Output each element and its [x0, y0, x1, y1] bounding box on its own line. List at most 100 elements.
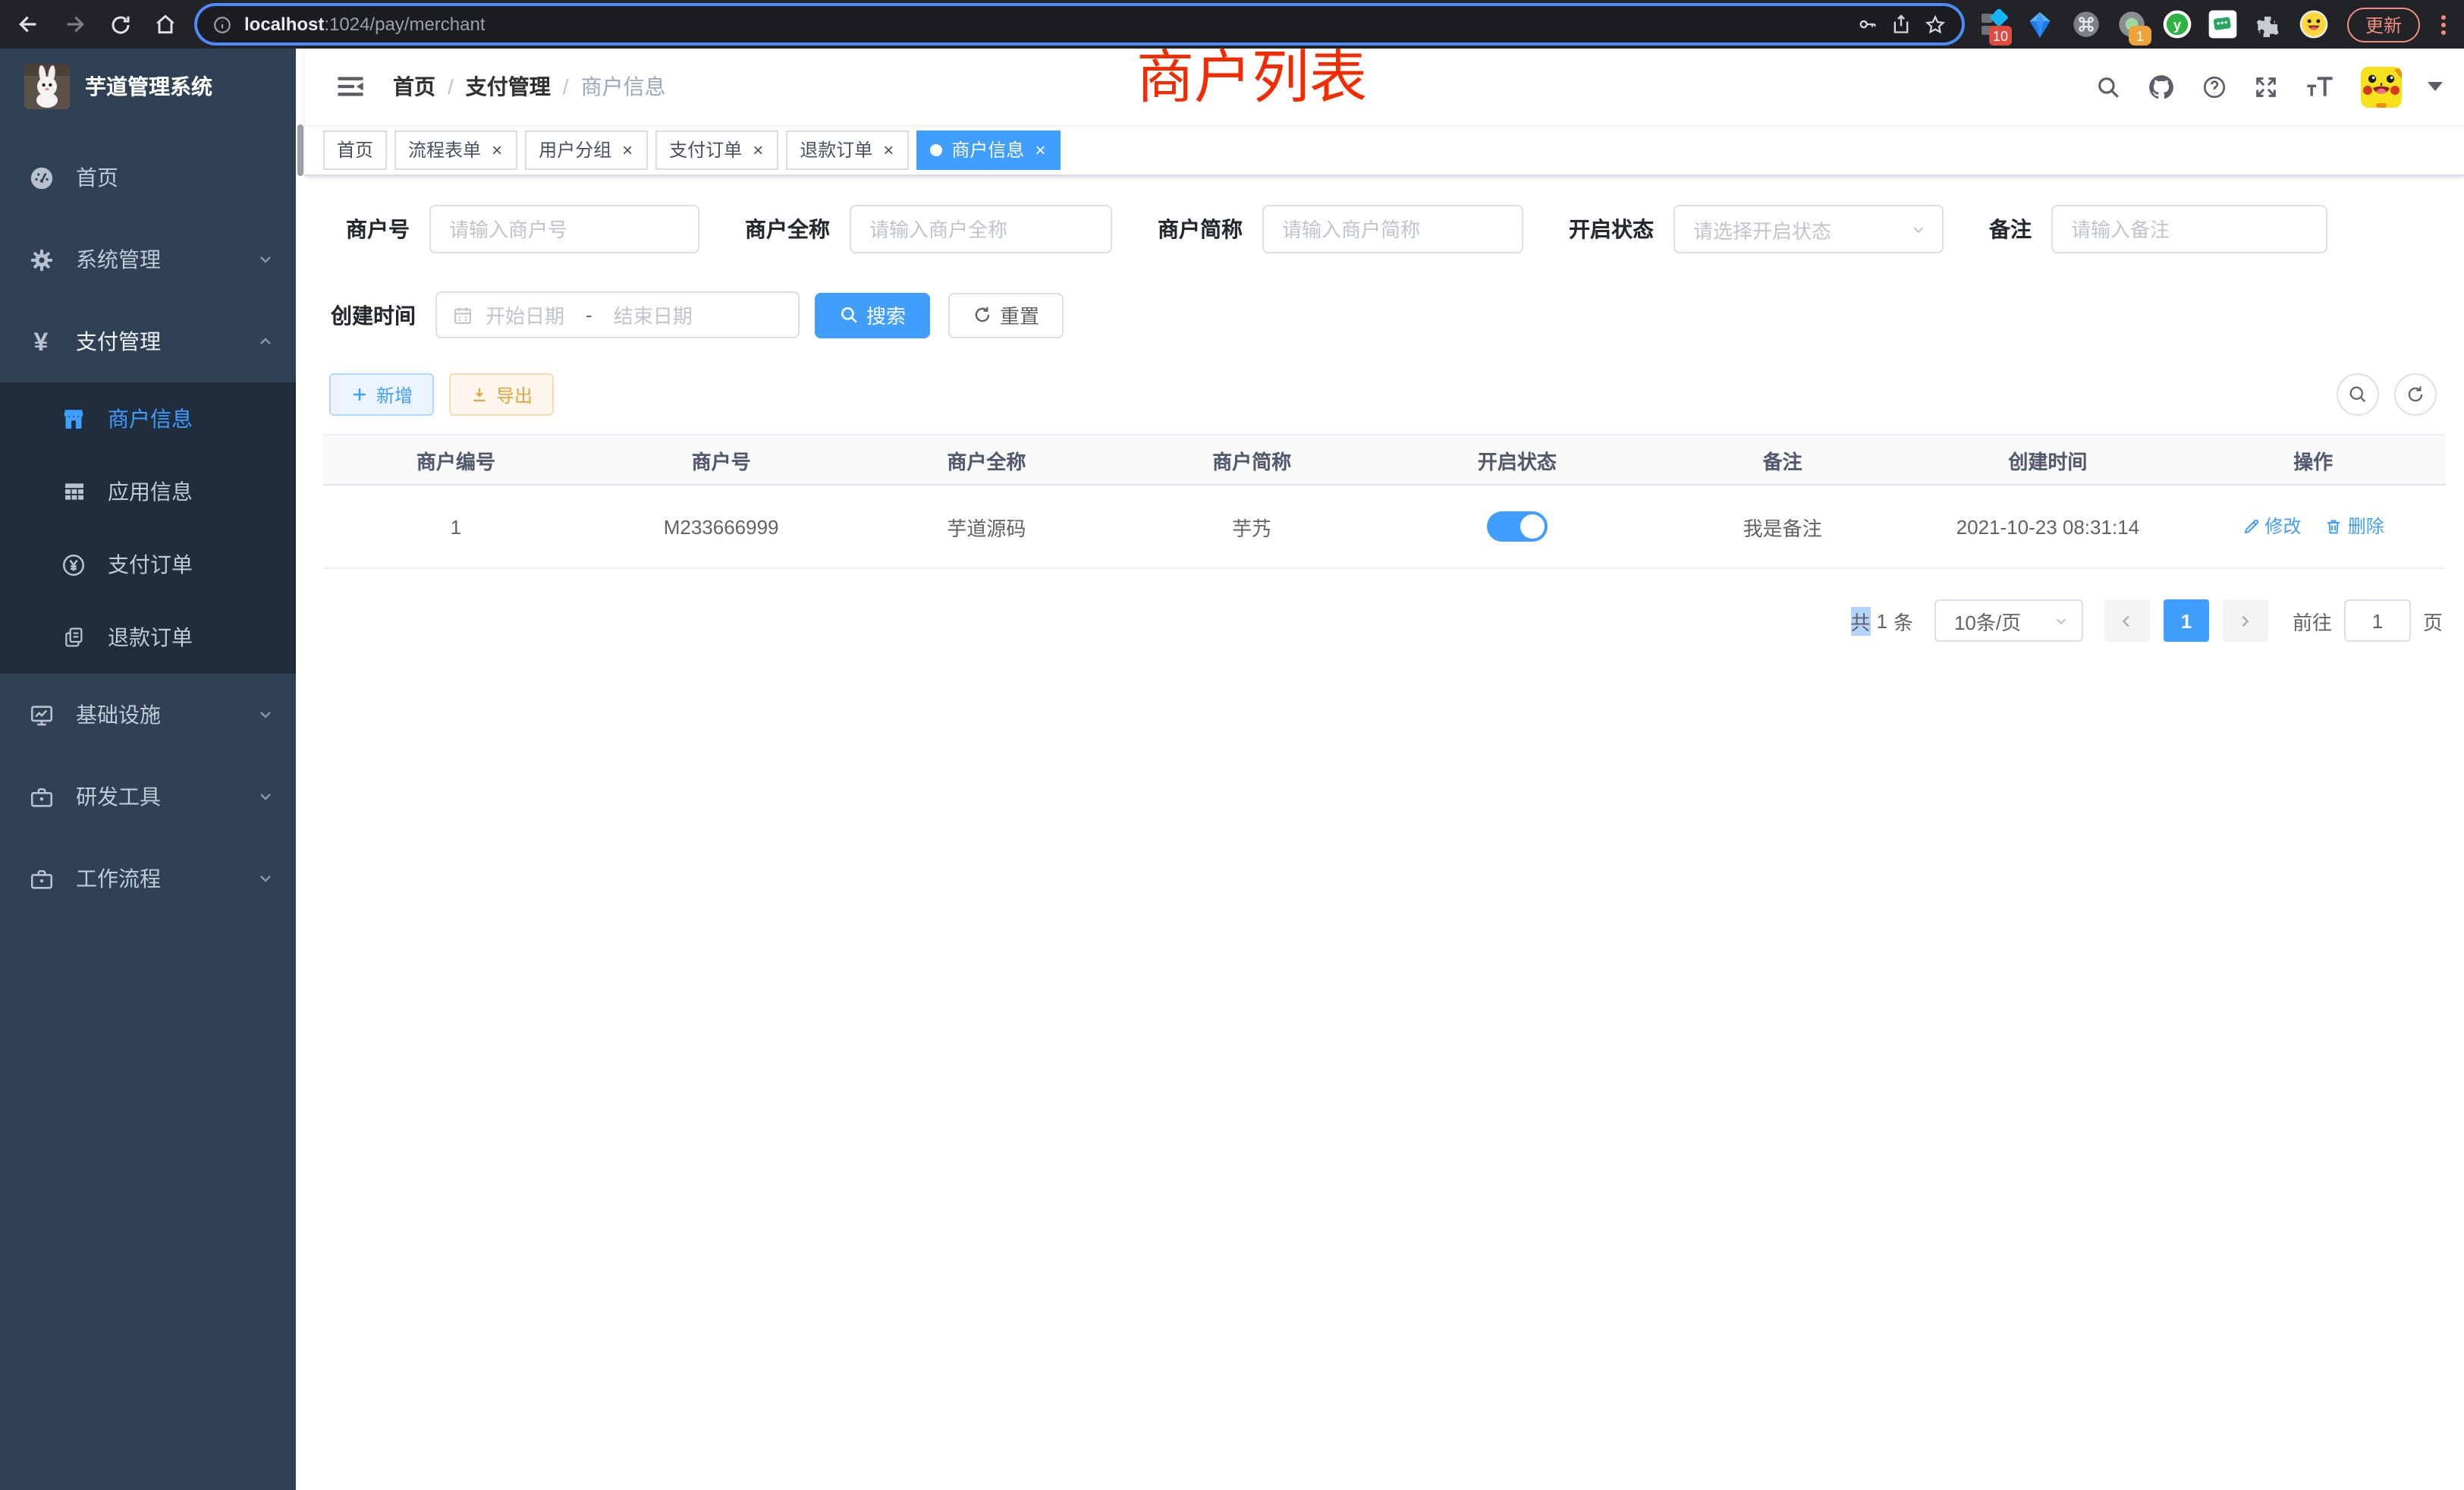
github-icon[interactable]: [2147, 72, 2176, 101]
prev-page-button[interactable]: [2104, 599, 2150, 642]
add-button[interactable]: 新增: [329, 373, 434, 416]
create-time-range-picker[interactable]: 开始日期 - 结束日期: [435, 291, 800, 338]
sidebar-item-label: 系统管理: [76, 244, 235, 275]
sidebar-item-pay-order[interactable]: 支付订单: [0, 528, 296, 601]
extension-vue-icon[interactable]: y: [2162, 9, 2192, 39]
field-label: 商户全称: [745, 214, 830, 244]
close-icon[interactable]: ×: [751, 140, 765, 159]
extension-pin-icon[interactable]: [2026, 9, 2056, 39]
sidebar-item-home[interactable]: 首页: [0, 137, 296, 218]
refresh-button[interactable]: [2394, 373, 2437, 416]
hamburger-icon[interactable]: [329, 71, 372, 102]
edit-link[interactable]: 修改: [2242, 514, 2301, 539]
logo-rabbit-image: [24, 64, 70, 109]
page-1-button[interactable]: 1: [2164, 599, 2209, 642]
scrollbar-thumb[interactable]: [297, 124, 303, 176]
chevron-up-icon: [256, 332, 275, 350]
profile-emoji-avatar[interactable]: [2299, 9, 2329, 39]
table-header-row: 商户编号 商户号 商户全称 商户简称 开启状态 备注 创建时间 操作: [323, 435, 2446, 485]
selected-text: 共: [1850, 606, 1870, 635]
remark-input[interactable]: [2051, 205, 2327, 253]
search-icon[interactable]: [2095, 74, 2121, 99]
fullscreen-icon[interactable]: [2253, 74, 2279, 99]
extension-command-icon[interactable]: [2071, 9, 2101, 39]
reset-button-label: 重置: [1000, 300, 1039, 329]
bookmark-star-icon[interactable]: [1924, 13, 1947, 36]
sidebar-item-label: 支付订单: [108, 549, 275, 580]
help-icon[interactable]: [2202, 74, 2227, 99]
short-name-input[interactable]: [1262, 205, 1523, 253]
app-logo[interactable]: 芋道管理系统: [0, 49, 296, 124]
col-merchant-no: 商户号: [589, 435, 854, 485]
sidebar-item-system[interactable]: 系统管理: [0, 218, 296, 300]
tab-user-group[interactable]: 用户分组 ×: [525, 130, 648, 169]
tab-merchant-info-active[interactable]: 商户信息 ×: [916, 130, 1061, 169]
status-toggle-on[interactable]: [1487, 511, 1548, 542]
sidebar-item-refund-order[interactable]: 退款订单: [0, 601, 296, 674]
edit-label: 修改: [2264, 514, 2301, 539]
breadcrumb-home[interactable]: 首页: [393, 71, 435, 102]
extension-chat-icon[interactable]: [2208, 9, 2238, 39]
key-icon[interactable]: [1857, 14, 1878, 35]
forward-icon[interactable]: [61, 11, 88, 38]
share-icon[interactable]: [1890, 14, 1912, 35]
sidebar: 芋道管理系统 首页 系统管理: [0, 49, 296, 1490]
user-avatar-pikachu[interactable]: [2361, 66, 2402, 107]
extension-recorder-icon[interactable]: 1: [2117, 9, 2147, 39]
field-label: 商户号: [346, 214, 410, 244]
filter-row-2: 创建时间 开始日期 - 结束日期 搜索: [331, 291, 2446, 338]
tab-flow-form[interactable]: 流程表单 ×: [394, 130, 517, 169]
sidebar-item-app-info[interactable]: 应用信息: [0, 455, 296, 528]
total-count: 1: [1876, 609, 1887, 632]
back-icon[interactable]: [15, 11, 42, 38]
merchant-no-input[interactable]: [429, 205, 699, 253]
extensions-row: 10 1 y: [1980, 9, 2329, 39]
tab-refund-order[interactable]: 退款订单 ×: [786, 130, 909, 169]
store-icon: [61, 406, 86, 432]
filter-merchant-no: 商户号: [346, 205, 699, 253]
home-icon[interactable]: [152, 11, 179, 38]
url-bar[interactable]: localhost:1024/pay/merchant: [197, 6, 1962, 42]
avatar-dropdown-caret[interactable]: [2428, 82, 2443, 91]
export-button[interactable]: 导出: [449, 373, 554, 416]
chevron-down-icon: [256, 787, 275, 806]
full-name-input[interactable]: [850, 205, 1112, 253]
goto-page-input[interactable]: [2344, 599, 2411, 642]
next-page-button[interactable]: [2223, 599, 2268, 642]
reload-icon[interactable]: [106, 11, 134, 38]
cell-merchant-id: 1: [323, 485, 589, 568]
sidebar-item-devtools[interactable]: 研发工具: [0, 756, 296, 838]
col-merchant-id: 商户编号: [323, 435, 589, 485]
sidebar-item-infrastructure[interactable]: 基础设施: [0, 674, 296, 756]
breadcrumb-payment[interactable]: 支付管理: [466, 71, 551, 102]
puzzle-extensions-icon[interactable]: [2253, 9, 2283, 39]
sidebar-item-merchant-info[interactable]: 商户信息: [0, 382, 296, 455]
chevron-down-icon: [256, 869, 275, 888]
browser-menu-icon[interactable]: [2438, 14, 2449, 34]
page-size-value: 10条/页: [1954, 606, 2021, 635]
reset-button[interactable]: 重置: [948, 292, 1064, 338]
close-icon[interactable]: ×: [490, 140, 504, 159]
tab-pay-order[interactable]: 支付订单 ×: [655, 130, 778, 169]
filter-short-name: 商户简称: [1158, 205, 1523, 253]
show-search-toggle-button[interactable]: [2337, 373, 2379, 416]
extension-grid-icon[interactable]: 10: [1980, 9, 2010, 39]
tab-label: 用户分组: [539, 137, 611, 162]
status-select[interactable]: 请选择开启状态: [1674, 205, 1944, 253]
close-icon[interactable]: ×: [1033, 140, 1047, 159]
delete-link[interactable]: 删除: [2325, 514, 2384, 539]
sidebar-item-payment[interactable]: ¥ 支付管理: [0, 300, 296, 382]
sidebar-item-workflow[interactable]: 工作流程: [0, 838, 296, 919]
search-button[interactable]: 搜索: [815, 292, 930, 338]
font-size-icon[interactable]: [2305, 74, 2335, 99]
info-icon[interactable]: [212, 14, 232, 34]
breadcrumb-current: 商户信息: [581, 71, 666, 102]
close-icon[interactable]: ×: [621, 140, 634, 159]
close-icon[interactable]: ×: [882, 140, 895, 159]
pagination-total: 共 1 条: [1847, 606, 1916, 635]
url-text[interactable]: localhost:1024/pay/merchant: [244, 14, 486, 35]
browser-update-button[interactable]: 更新: [2347, 7, 2420, 42]
search-button-label: 搜索: [866, 300, 906, 329]
page-size-select[interactable]: 10条/页: [1934, 599, 2083, 642]
tab-home[interactable]: 首页: [323, 130, 387, 169]
